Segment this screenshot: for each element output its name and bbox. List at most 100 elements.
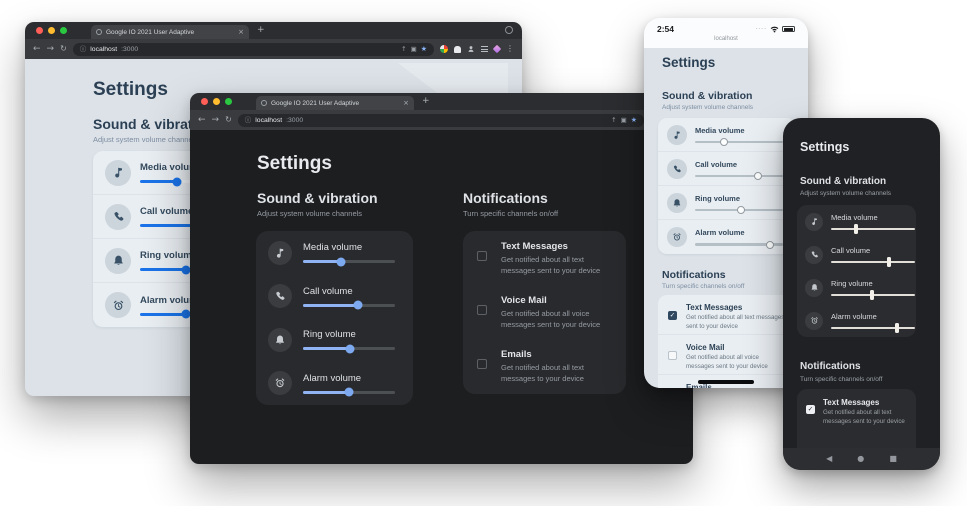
extension-beachball-icon[interactable]	[440, 45, 448, 53]
bookmark-star-icon[interactable]: ★	[421, 46, 427, 53]
address-bar[interactable]: ⓘ localhost :3000 ↑ ▣ ★	[73, 43, 434, 56]
notification-row-emails: Emails Get notified about all text messa…	[463, 339, 626, 393]
android-back-icon[interactable]: ◀	[826, 455, 832, 463]
ring-volume-slider[interactable]	[695, 209, 783, 212]
android-home-icon[interactable]: ●	[857, 455, 864, 463]
back-icon[interactable]: ←	[198, 116, 206, 125]
media-volume-slider[interactable]	[695, 141, 783, 144]
extension-lines-icon[interactable]	[481, 46, 488, 52]
tab-close-icon[interactable]: ×	[238, 29, 244, 36]
volume-card: Media volume Call volume Ring volume	[797, 205, 916, 337]
url-port: :3000	[121, 46, 138, 53]
browser-menu-icon[interactable]: ⋮	[506, 45, 514, 53]
bell-icon	[274, 334, 286, 346]
volume-row-media: Media volume	[256, 231, 413, 275]
call-volume-slider[interactable]	[303, 304, 395, 307]
volume-label: Media volume	[303, 242, 395, 253]
volume-row-media: Media volume	[658, 118, 796, 152]
browser-tab[interactable]: Google IO 2021 User Adaptive ×	[91, 25, 249, 39]
tab-close-icon[interactable]: ×	[403, 100, 409, 107]
bookmark-star-icon[interactable]: ★	[631, 117, 637, 124]
zoom-window-button[interactable]	[60, 27, 67, 34]
alarm-volume-slider[interactable]	[831, 327, 915, 330]
slider-thumb[interactable]	[345, 344, 354, 353]
notifications-card: ✓ Text Messages Get notified about all t…	[658, 295, 796, 388]
zoom-window-button[interactable]	[225, 98, 232, 105]
address-bar[interactable]: ⓘ localhost :3000 ↑ ▣ ★	[238, 114, 644, 127]
voice-mail-checkbox[interactable]	[477, 305, 487, 315]
extension-person-icon[interactable]	[467, 45, 475, 53]
media-volume-slider[interactable]	[831, 228, 915, 231]
slider-thumb[interactable]	[354, 301, 363, 310]
page-title: Settings	[662, 55, 715, 70]
extension-ghost-icon[interactable]	[454, 46, 461, 53]
slider-thumb[interactable]	[895, 323, 899, 333]
slider-thumb[interactable]	[870, 290, 874, 300]
alarm-volume-slider[interactable]	[695, 243, 783, 246]
window-titlebar: Google IO 2021 User Adaptive × +	[25, 22, 522, 39]
android-recents-icon[interactable]: ■	[889, 455, 897, 463]
reload-icon[interactable]: ↻	[60, 45, 67, 53]
browser-tab[interactable]: Google IO 2021 User Adaptive ×	[256, 96, 414, 110]
forward-icon[interactable]: →	[212, 116, 220, 125]
alarm-volume-slider[interactable]	[303, 391, 395, 394]
slider-thumb[interactable]	[345, 388, 354, 397]
close-window-button[interactable]	[36, 27, 43, 34]
slider-thumb[interactable]	[766, 241, 774, 249]
slider-thumb[interactable]	[854, 224, 858, 234]
text-messages-checkbox[interactable]: ✓	[668, 311, 677, 320]
profile-icon[interactable]	[505, 26, 513, 34]
browser-toolbar: ← → ↻ ⓘ localhost :3000 ↑ ▣ ★	[190, 110, 693, 130]
notification-desc: Get notified about all text messages to …	[501, 363, 606, 384]
home-indicator[interactable]	[698, 380, 754, 384]
music-note-icon	[672, 130, 682, 140]
share-icon[interactable]: ↑	[611, 117, 616, 124]
minimize-window-button[interactable]	[48, 27, 55, 34]
call-volume-slider[interactable]	[695, 175, 783, 178]
slider-thumb[interactable]	[720, 138, 728, 146]
site-info-icon[interactable]: ⓘ	[80, 46, 87, 53]
notification-desc: Get notified about all text messages sen…	[501, 255, 606, 276]
notification-title: Text Messages	[501, 241, 606, 252]
minimize-window-button[interactable]	[213, 98, 220, 105]
slider-thumb[interactable]	[754, 172, 762, 180]
phone-url-label[interactable]: localhost	[644, 36, 808, 48]
media-volume-slider[interactable]	[303, 260, 395, 263]
extension-diamond-icon[interactable]	[493, 45, 501, 53]
phone-icon	[810, 250, 819, 259]
call-volume-slider[interactable]	[831, 261, 915, 264]
bell-icon	[810, 283, 819, 292]
notification-row-voice-mail: Voice Mail Get notified about all voice …	[658, 335, 796, 375]
slider-thumb[interactable]	[737, 206, 745, 214]
text-messages-checkbox[interactable]: ✓	[806, 405, 815, 414]
back-icon[interactable]: ←	[33, 45, 41, 54]
voice-mail-checkbox[interactable]	[668, 351, 677, 360]
volume-label: Ring volume	[695, 194, 783, 203]
tab-title: Google IO 2021 User Adaptive	[106, 29, 234, 36]
notification-desc: Get notified about all voice messages se…	[501, 309, 606, 330]
music-note-icon	[274, 247, 286, 259]
tab-group-icon[interactable]: ▣	[411, 46, 417, 53]
text-messages-checkbox[interactable]	[477, 251, 487, 261]
share-icon[interactable]: ↑	[401, 46, 406, 53]
notification-row-text-messages: ✓ Text Messages Get notified about all t…	[658, 295, 796, 335]
tab-group-icon[interactable]: ▣	[621, 117, 627, 124]
reload-icon[interactable]: ↻	[225, 116, 232, 124]
new-tab-button[interactable]: +	[422, 97, 430, 106]
volume-label: Ring volume	[303, 329, 395, 340]
slider-thumb[interactable]	[887, 257, 891, 267]
emails-checkbox[interactable]	[477, 359, 487, 369]
alarm-clock-icon	[274, 377, 286, 389]
site-info-icon[interactable]: ⓘ	[245, 117, 252, 124]
volume-card: Media volume Call volume	[256, 231, 413, 405]
new-tab-button[interactable]: +	[257, 26, 265, 35]
ring-volume-slider[interactable]	[831, 294, 915, 297]
ring-volume-slider[interactable]	[303, 347, 395, 350]
slider-thumb[interactable]	[172, 177, 181, 186]
url-host: localhost	[90, 46, 117, 53]
slider-thumb[interactable]	[336, 257, 345, 266]
close-window-button[interactable]	[201, 98, 208, 105]
forward-icon[interactable]: →	[47, 45, 55, 54]
volume-row-ring: Ring volume	[658, 186, 796, 220]
notification-title: Voice Mail	[686, 343, 786, 352]
